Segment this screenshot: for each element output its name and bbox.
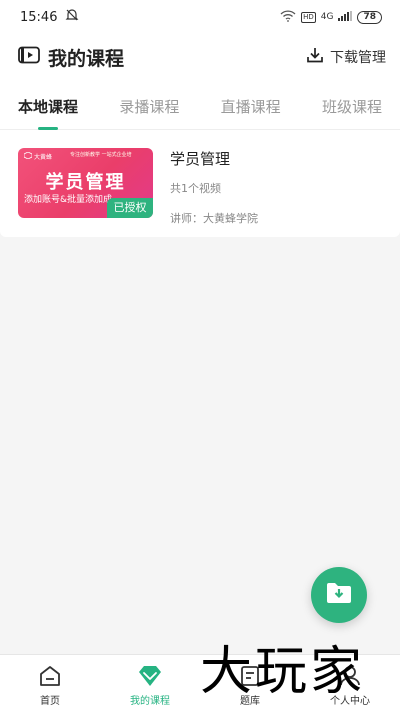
course-info: 学员管理 共1个视频 讲师：大黄蜂学院 [170,148,258,237]
nav-home-label: 首页 [40,696,60,707]
course-tabs: 本地课程 录播课程 直播课程 班级课程 [0,80,400,130]
nav-my-courses-label: 我的课程 [130,696,170,707]
course-list-item[interactable]: 大黄蜂 专注创新教学 一站式企业培 学员管理 添加账号&批量添加成 已授权 学员… [0,130,400,237]
diamond-icon [137,663,163,689]
wifi-icon [280,9,296,25]
tab-local-courses[interactable]: 本地课程 [18,80,78,130]
thumb-logo: 大黄蜂 [23,151,53,161]
thumb-slogan: 专注创新教学 一站式企业培 [70,152,132,158]
hd-badge: HD [301,11,316,23]
title-bar: 我的课程 下载管理 [0,34,400,80]
network-label: 4G [320,12,334,22]
authorized-badge: 已授权 [107,198,153,218]
course-title: 学员管理 [170,150,231,168]
folder-download-icon [326,582,352,608]
page-title: 我的课程 [48,47,125,70]
nav-home[interactable]: 首页 [0,655,100,711]
thumb-subtitle: 添加账号&批量添加成 [24,195,113,205]
course-video-count: 共1个视频 [170,182,221,195]
status-time: 15:46 [20,9,58,25]
tab-class-courses[interactable]: 班级课程 [322,80,382,130]
app-header: 15:46 HD 4G 78 我的课程 下载管理 本地课程 录播课程 直播课程 … [0,0,400,130]
status-bar: 15:46 HD 4G 78 [0,0,400,34]
mute-bell-icon [65,8,79,26]
download-icon [306,46,324,68]
course-teacher: 讲师：大黄蜂学院 [170,212,258,225]
watermark-text: 大玩家 [200,642,366,702]
bee-logo-icon [23,151,33,161]
folder-download-button[interactable] [311,567,367,623]
home-icon [37,663,63,689]
course-thumbnail: 大黄蜂 专注创新教学 一站式企业培 学员管理 添加账号&批量添加成 已授权 [18,148,153,218]
thumb-logo-text: 大黄蜂 [34,154,53,161]
download-label: 下载管理 [330,50,386,66]
video-play-icon [18,46,40,68]
thumb-title: 学员管理 [45,172,126,193]
signal-icon [338,10,353,24]
tab-recorded-courses[interactable]: 录播课程 [119,80,179,130]
nav-my-courses[interactable]: 我的课程 [100,655,200,711]
tab-live-courses[interactable]: 直播课程 [221,80,281,130]
battery-icon: 78 [357,10,382,24]
download-manage-button[interactable]: 下载管理 [306,46,386,68]
